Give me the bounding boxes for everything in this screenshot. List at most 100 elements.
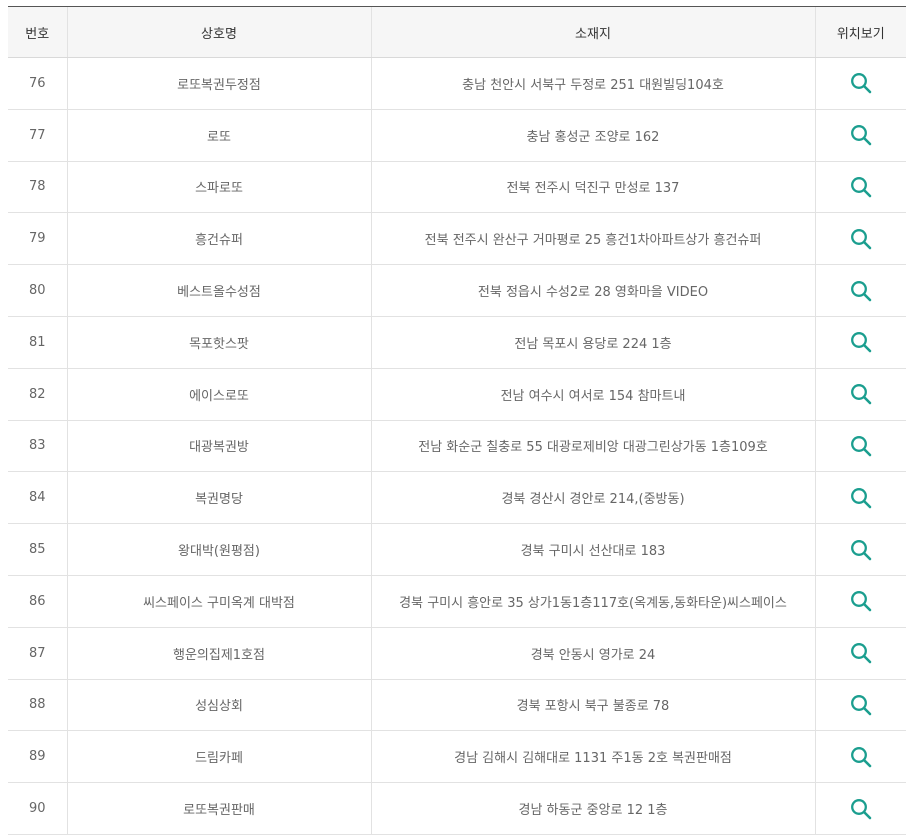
table-row: 89 드림카페 경남 김해시 김해대로 1131 주1동 2호 복권판매점 [8, 730, 906, 784]
row-number: 83 [8, 420, 67, 473]
table-row: 86 씨스페이스 구미옥계 대박점 경북 구미시 흥안로 35 상가1동1층11… [8, 575, 906, 628]
table-row: 90 로또복권판매 경남 하동군 중앙로 12 1층 [8, 782, 906, 835]
row-location: 경북 포항시 북구 불종로 78 [370, 679, 815, 732]
header-location: 소재지 [370, 6, 815, 58]
row-location: 전남 여수시 여서로 154 참마트내 [370, 368, 815, 421]
table-row: 87 행운의집제1호점 경북 안동시 영가로 24 [8, 627, 906, 680]
view-location-button[interactable] [849, 71, 873, 95]
row-view-location-cell [814, 471, 906, 525]
search-icon [850, 332, 872, 353]
row-number: 85 [8, 523, 67, 576]
search-icon [850, 125, 872, 146]
row-view-location-cell [814, 679, 906, 732]
search-icon [850, 591, 872, 612]
row-location: 경남 하동군 중앙로 12 1층 [370, 782, 815, 835]
row-number: 88 [8, 679, 67, 732]
view-location-button[interactable] [849, 279, 873, 303]
table-row: 81 목포핫스팟 전남 목포시 용당로 224 1층 [8, 316, 906, 369]
row-store-name: 씨스페이스 구미옥계 대박점 [66, 575, 371, 628]
view-location-button[interactable] [849, 486, 873, 510]
row-number: 78 [8, 161, 67, 214]
row-view-location-cell [814, 730, 906, 784]
row-location: 전남 목포시 용당로 224 1층 [370, 316, 815, 369]
search-icon [850, 695, 872, 716]
search-icon [850, 384, 872, 405]
row-store-name: 흥건슈퍼 [66, 212, 371, 266]
table-row: 84 복권명당 경북 경산시 경안로 214,(중방동) [8, 471, 906, 525]
header-number: 번호 [8, 6, 67, 58]
table-header: 번호 상호명 소재지 위치보기 [8, 6, 906, 58]
row-view-location-cell [814, 523, 906, 576]
row-number: 84 [8, 471, 67, 525]
row-number: 76 [8, 57, 67, 110]
row-number: 90 [8, 782, 67, 835]
table-row: 80 베스트올수성점 전북 정읍시 수성2로 28 영화마을 VIDEO [8, 264, 906, 317]
header-store-name: 상호명 [66, 6, 371, 58]
view-location-button[interactable] [849, 330, 873, 354]
header-row: 번호 상호명 소재지 위치보기 [8, 6, 906, 58]
row-store-name: 스파로또 [66, 161, 371, 214]
view-location-button[interactable] [849, 538, 873, 562]
search-icon [850, 73, 872, 94]
view-location-button[interactable] [849, 641, 873, 665]
view-location-button[interactable] [849, 797, 873, 821]
row-store-name: 복권명당 [66, 471, 371, 525]
view-location-button[interactable] [849, 175, 873, 199]
row-view-location-cell [814, 57, 906, 110]
row-location: 경북 구미시 선산대로 183 [370, 523, 815, 576]
row-view-location-cell [814, 316, 906, 369]
view-location-button[interactable] [849, 434, 873, 458]
search-icon [850, 487, 872, 509]
row-view-location-cell [814, 264, 906, 317]
row-store-name: 왕대박(원평점) [66, 523, 371, 576]
search-icon [850, 798, 872, 819]
row-number: 81 [8, 316, 67, 369]
table-row: 83 대광복권방 전남 화순군 칠충로 55 대광로제비앙 대광그린상가동 1층… [8, 420, 906, 473]
search-icon [850, 436, 872, 457]
row-location: 전북 정읍시 수성2로 28 영화마을 VIDEO [370, 264, 815, 317]
search-icon [850, 643, 872, 664]
row-view-location-cell [814, 575, 906, 628]
view-location-button[interactable] [849, 693, 873, 717]
table-row: 76 로또복권두정점 충남 천안시 서북구 두정로 251 대원빌딩104호 [8, 57, 906, 110]
header-view-location: 위치보기 [814, 6, 906, 58]
row-location: 전북 전주시 완산구 거마평로 25 흥건1차아파트상가 흥건슈퍼 [370, 212, 815, 266]
view-location-button[interactable] [849, 227, 873, 251]
row-store-name: 로또복권판매 [66, 782, 371, 835]
row-location: 경북 경산시 경안로 214,(중방동) [370, 471, 815, 525]
row-store-name: 에이스로또 [66, 368, 371, 421]
row-view-location-cell [814, 212, 906, 266]
row-number: 87 [8, 627, 67, 680]
table-row: 78 스파로또 전북 전주시 덕진구 만성로 137 [8, 161, 906, 214]
row-location: 충남 홍성군 조양로 162 [370, 109, 815, 162]
row-location: 경북 구미시 흥안로 35 상가1동1층117호(옥계동,동화타운)씨스페이스 [370, 575, 815, 628]
row-view-location-cell [814, 109, 906, 162]
search-icon [850, 177, 872, 198]
table-row: 82 에이스로또 전남 여수시 여서로 154 참마트내 [8, 368, 906, 421]
row-store-name: 드림카페 [66, 730, 371, 784]
row-location: 경북 안동시 영가로 24 [370, 627, 815, 680]
row-number: 79 [8, 212, 67, 266]
row-store-name: 목포핫스팟 [66, 316, 371, 369]
row-view-location-cell [814, 368, 906, 421]
table-row: 77 로또 충남 홍성군 조양로 162 [8, 109, 906, 162]
row-store-name: 행운의집제1호점 [66, 627, 371, 680]
row-store-name: 로또 [66, 109, 371, 162]
search-icon [850, 280, 872, 301]
row-location: 충남 천안시 서북구 두정로 251 대원빌딩104호 [370, 57, 815, 110]
row-location: 전남 화순군 칠충로 55 대광로제비앙 대광그린상가동 1층109호 [370, 420, 815, 473]
row-store-name: 성심상회 [66, 679, 371, 732]
row-store-name: 로또복권두정점 [66, 57, 371, 110]
store-table: 번호 상호명 소재지 위치보기 76 로또복권두정점 충남 천안시 서북구 두정… [8, 6, 906, 835]
table-row: 88 성심상회 경북 포항시 북구 불종로 78 [8, 679, 906, 732]
view-location-button[interactable] [849, 589, 873, 613]
search-icon [850, 228, 872, 250]
row-number: 89 [8, 730, 67, 784]
view-location-button[interactable] [849, 382, 873, 406]
view-location-button[interactable] [849, 745, 873, 769]
row-view-location-cell [814, 782, 906, 835]
view-location-button[interactable] [849, 123, 873, 147]
row-location: 전북 전주시 덕진구 만성로 137 [370, 161, 815, 214]
table-body: 76 로또복권두정점 충남 천안시 서북구 두정로 251 대원빌딩104호 7… [8, 57, 906, 835]
row-store-name: 대광복권방 [66, 420, 371, 473]
